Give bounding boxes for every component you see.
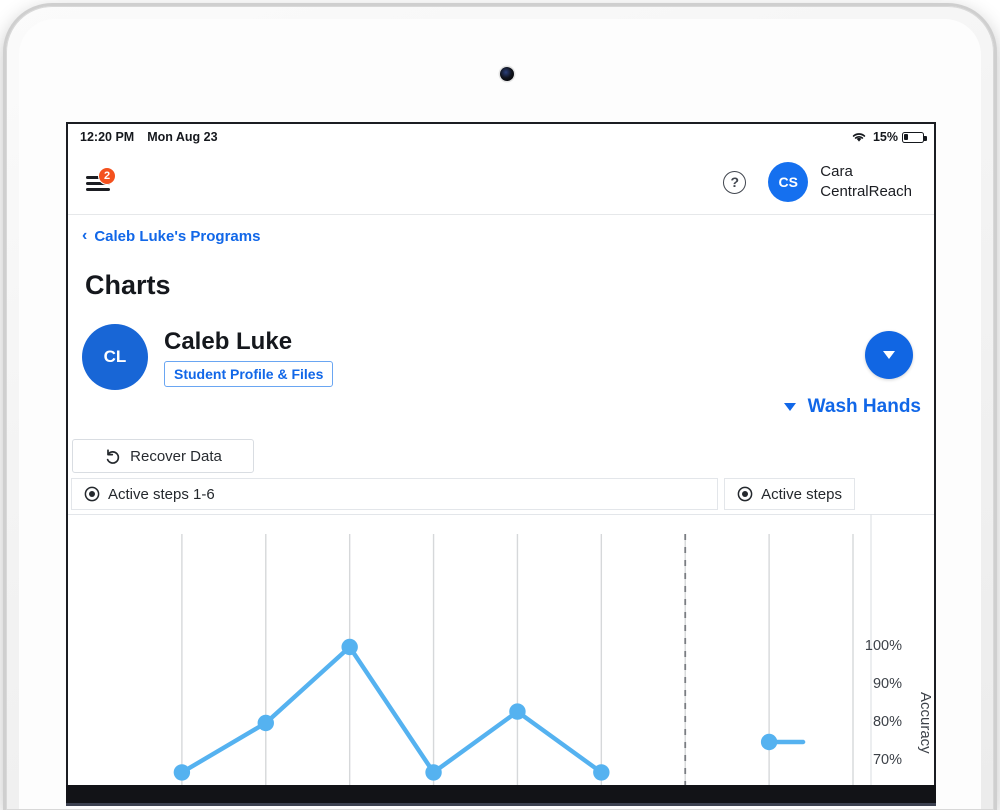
student-avatar: CL — [82, 324, 148, 390]
recover-data-label: Recover Data — [130, 447, 222, 465]
y-axis-title: Accuracy — [917, 692, 934, 754]
program-selector-label: Wash Hands — [807, 396, 921, 417]
caret-down-icon — [783, 403, 796, 411]
filter-tab-label: Active steps 1-6 — [108, 485, 215, 503]
breadcrumb-label: Caleb Luke's Programs — [94, 227, 261, 245]
filter-tab-active-steps[interactable]: Active steps — [724, 478, 855, 510]
hamburger-menu-icon[interactable]: 2 — [82, 167, 116, 197]
user-organization: CentralReach — [820, 183, 912, 200]
recover-data-button[interactable]: Recover Data — [72, 439, 254, 473]
student-profile-files-button[interactable]: Student Profile & Files — [164, 360, 334, 387]
battery-fill — [904, 133, 909, 141]
avatar: CS — [768, 162, 809, 202]
y-axis-tick-label: 100% — [864, 638, 902, 654]
status-bar: 12:20 PM Mon Aug 23 15% — [68, 124, 934, 150]
chart-options-dropdown-button[interactable] — [865, 331, 913, 379]
chevron-left-icon: ‹ — [82, 227, 88, 244]
user-name-block: Cara CentralReach — [820, 162, 912, 202]
front-camera-icon — [500, 67, 514, 81]
target-icon — [84, 486, 100, 502]
battery-percent-label: 15% — [872, 130, 898, 144]
notification-badge[interactable]: 2 — [98, 167, 116, 185]
student-summary: CL Caleb Luke Student Profile & Files — [82, 324, 334, 390]
battery-icon — [902, 131, 927, 143]
filter-tab-label: Active steps — [761, 485, 842, 503]
breadcrumb[interactable]: ‹ Caleb Luke's Programs — [82, 227, 260, 245]
accuracy-line-chart[interactable]: 100%90%80%70%60%50%40%30% Accuracy — [68, 514, 934, 785]
user-display-name: Cara — [820, 163, 853, 181]
filter-tab-active-steps-range[interactable]: Active steps 1-6 — [71, 478, 719, 510]
status-bar-time: 12:20 PM — [80, 130, 135, 144]
hamburger-line — [86, 188, 110, 191]
target-icon — [737, 486, 753, 502]
y-axis-tick-label: 70% — [872, 752, 902, 768]
program-selector-dropdown[interactable]: Wash Hands — [783, 396, 921, 418]
student-name: Caleb Luke — [164, 327, 293, 355]
screen-bottom-edge — [66, 803, 936, 806]
tablet-screen: 12:20 PM Mon Aug 23 15% 2 ? CS Cara Cent… — [66, 122, 936, 785]
y-axis-tick-label: 80% — [872, 714, 902, 730]
page-title: Charts — [85, 270, 171, 300]
filter-tab-bar: Active steps 1-6 Active steps — [71, 478, 855, 510]
app-header: 2 ? CS Cara CentralReach — [68, 150, 934, 215]
undo-arrow-icon — [104, 448, 121, 465]
screen-bottom-band — [66, 785, 936, 804]
user-account-menu[interactable]: CS Cara CentralReach — [768, 162, 912, 202]
wifi-icon — [851, 131, 867, 143]
status-bar-date: Mon Aug 23 — [147, 130, 218, 144]
student-info: Caleb Luke Student Profile & Files — [164, 327, 334, 387]
chart-canvas — [68, 514, 934, 785]
y-axis-tick-label: 90% — [872, 676, 902, 692]
question-mark-circle-icon[interactable]: ? — [723, 170, 747, 194]
chevron-down-icon — [883, 351, 895, 359]
